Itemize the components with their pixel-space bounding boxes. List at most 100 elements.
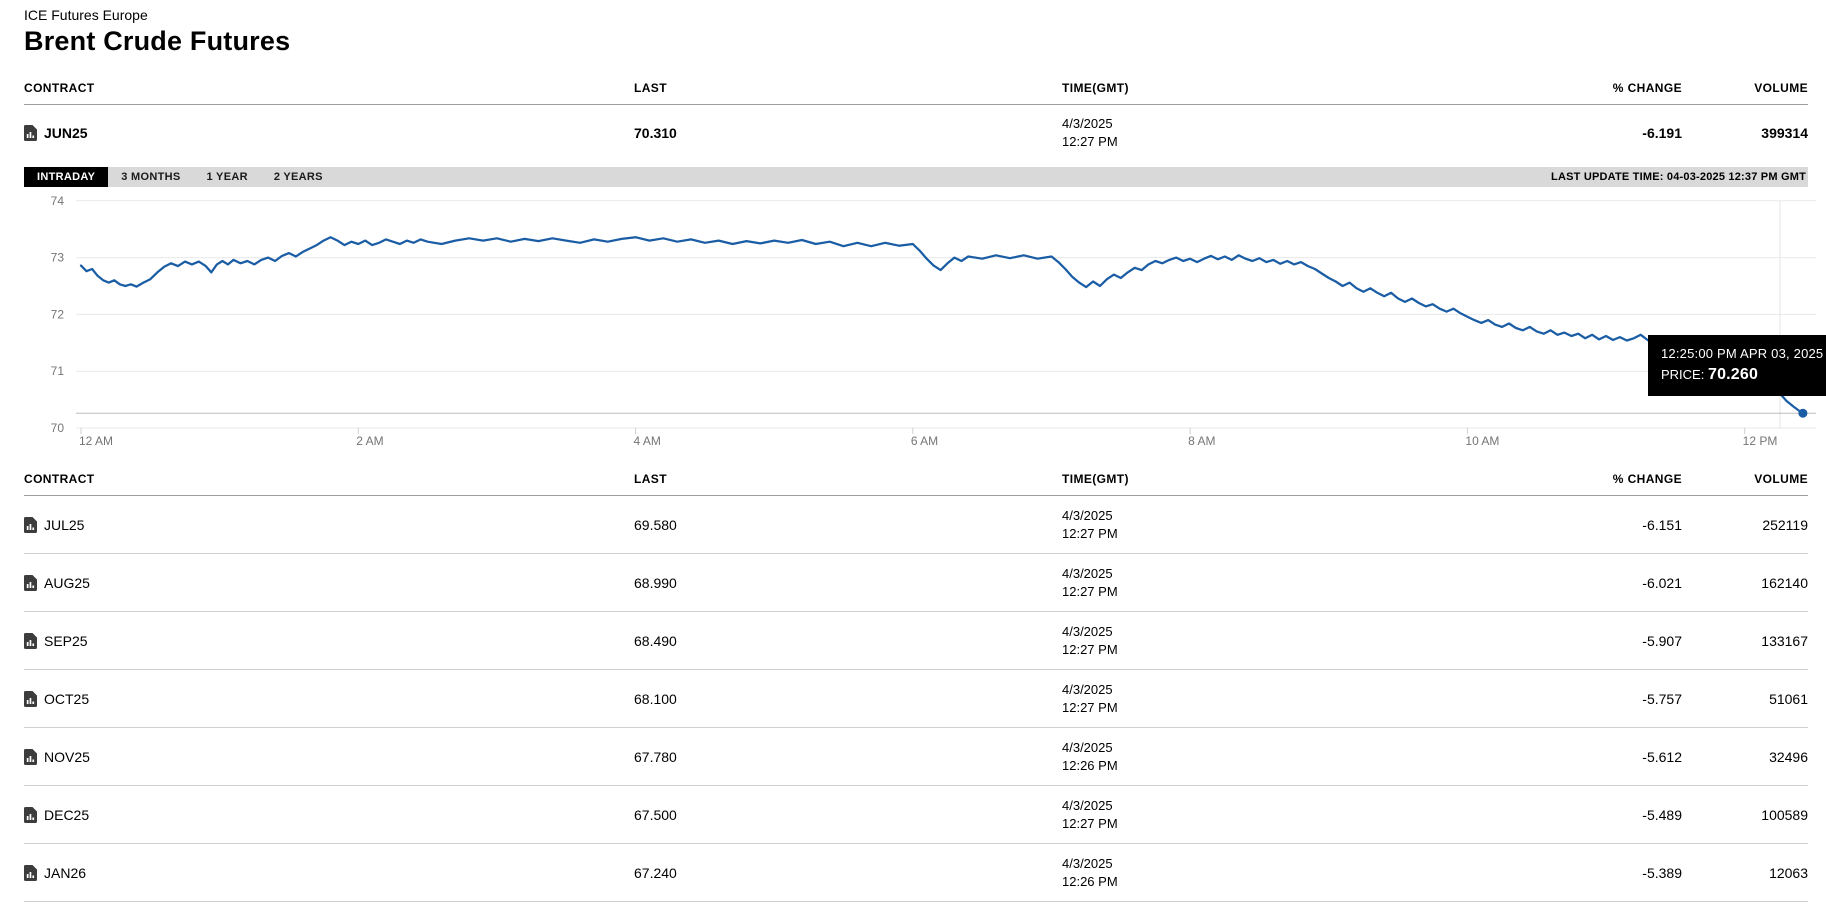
time-cell: 4/3/202512:27 PM	[1062, 681, 1402, 717]
pct-change-cell: -6.191	[1402, 125, 1682, 141]
last-price-cell: 70.310	[634, 125, 1062, 141]
y-axis-label: 73	[51, 251, 65, 265]
time-cell: 4/3/202512:27 PM	[1062, 565, 1402, 601]
pct-change-cell: -6.151	[1402, 517, 1682, 533]
contract-file-icon	[24, 125, 37, 141]
x-axis-label: 12 PM	[1743, 434, 1778, 448]
contract-cell[interactable]: JAN26	[24, 865, 634, 881]
date-text: 4/3/2025	[1062, 623, 1402, 641]
volume-cell: 12063	[1682, 865, 1808, 881]
time-cell: 4/3/2025 12:27 PM	[1062, 115, 1402, 151]
contract-cell[interactable]: NOV25	[24, 749, 634, 765]
col-header-contract: CONTRACT	[24, 472, 634, 486]
table-row: AUG2568.9904/3/202512:27 PM-6.021162140	[24, 554, 1808, 612]
tab-1-year[interactable]: 1 YEAR	[193, 167, 260, 187]
volume-cell: 399314	[1682, 125, 1808, 141]
col-header-time: TIME(GMT)	[1062, 81, 1402, 95]
contract-file-icon	[24, 517, 37, 533]
tab-2-years[interactable]: 2 YEARS	[261, 167, 336, 187]
col-header-volume: VOLUME	[1682, 472, 1808, 486]
time-text: 12:27 PM	[1062, 641, 1402, 659]
tab-3-months[interactable]: 3 MONTHS	[108, 167, 193, 187]
last-price-cell: 69.580	[634, 517, 1062, 533]
pct-change-cell: -5.389	[1402, 865, 1682, 881]
col-header-last: LAST	[634, 81, 1062, 95]
time-text: 12:27 PM	[1062, 815, 1402, 833]
contract-cell[interactable]: AUG25	[24, 575, 634, 591]
y-axis-label: 72	[51, 307, 65, 321]
pct-change-cell: -6.021	[1402, 575, 1682, 591]
contract-label: JAN26	[44, 865, 86, 881]
col-header-last: LAST	[634, 472, 1062, 486]
contract-label: JUL25	[44, 517, 84, 533]
date-text: 4/3/2025	[1062, 565, 1402, 583]
contract-cell[interactable]: DEC25	[24, 807, 634, 823]
last-price-cell: 67.500	[634, 807, 1062, 823]
date-text: 4/3/2025	[1062, 739, 1402, 757]
time-cell: 4/3/202512:26 PM	[1062, 855, 1402, 891]
col-header-volume: VOLUME	[1682, 81, 1808, 95]
table-row: OCT2568.1004/3/202512:27 PM-5.75751061	[24, 670, 1808, 728]
contract-file-icon	[24, 865, 37, 881]
last-price-cell: 68.100	[634, 691, 1062, 707]
contract-file-icon	[24, 575, 37, 591]
last-update-time: LAST UPDATE TIME: 04-03-2025 12:37 PM GM…	[1551, 171, 1808, 183]
pct-change-cell: -5.757	[1402, 691, 1682, 707]
exchange-label: ICE Futures Europe	[24, 0, 1808, 23]
table-row: NOV2567.7804/3/202512:26 PM-5.61232496	[24, 728, 1808, 786]
price-chart-svg[interactable]: 747372717012 AM2 AM4 AM6 AM8 AM10 AM12 P…	[24, 187, 1826, 459]
col-header-change: % CHANGE	[1402, 81, 1682, 95]
last-price-dot	[1798, 409, 1807, 418]
last-price-cell: 68.490	[634, 633, 1062, 649]
y-axis-label: 71	[51, 364, 65, 378]
tooltip-datetime: 12:25:00 PM APR 03, 2025	[1661, 346, 1823, 361]
page-title: Brent Crude Futures	[24, 26, 1808, 57]
y-axis-label: 74	[51, 194, 65, 208]
x-axis-label: 6 AM	[911, 434, 938, 448]
contract-file-icon	[24, 691, 37, 707]
col-header-contract: CONTRACT	[24, 81, 634, 95]
time-text: 12:26 PM	[1062, 757, 1402, 775]
x-axis-label: 12 AM	[79, 434, 113, 448]
contract-cell[interactable]: JUL25	[24, 517, 634, 533]
date-text: 4/3/2025	[1062, 797, 1402, 815]
contract-label: AUG25	[44, 575, 90, 591]
table-row: JUL25 69.5804/3/202512:27 PM-6.151252119	[24, 496, 1808, 554]
volume-cell: 32496	[1682, 749, 1808, 765]
pct-change-cell: -5.612	[1402, 749, 1682, 765]
contract-cell[interactable]: JUN25	[24, 125, 634, 141]
date-text: 4/3/2025	[1062, 115, 1402, 133]
contracts-table-header: CONTRACT LAST TIME(GMT) % CHANGE VOLUME	[24, 459, 1808, 496]
table-row-jun25: JUN25 70.310 4/3/2025 12:27 PM -6.191 39…	[24, 105, 1808, 161]
contract-label: DEC25	[44, 807, 89, 823]
contract-file-icon	[24, 807, 37, 823]
tooltip-price-value: 70.260	[1708, 366, 1758, 383]
x-axis-label: 4 AM	[634, 434, 661, 448]
contract-cell[interactable]: SEP25	[24, 633, 634, 649]
contract-label: NOV25	[44, 749, 90, 765]
chart-tooltip: 12:25:00 PM APR 03, 2025 PRICE: 70.260	[1648, 335, 1826, 396]
intraday-chart: 747372717012 AM2 AM4 AM6 AM8 AM10 AM12 P…	[24, 187, 1808, 459]
last-price-cell: 67.240	[634, 865, 1062, 881]
volume-cell: 252119	[1682, 517, 1808, 533]
time-cell: 4/3/202512:27 PM	[1062, 507, 1402, 543]
last-price-cell: 68.990	[634, 575, 1062, 591]
contract-cell[interactable]: OCT25	[24, 691, 634, 707]
tab-intraday[interactable]: INTRADAY	[24, 167, 108, 187]
time-text: 12:27 PM	[1062, 525, 1402, 543]
table-row: SEP2568.4904/3/202512:27 PM-5.907133167	[24, 612, 1808, 670]
chart-range-tabbar: INTRADAY 3 MONTHS 1 YEAR 2 YEARS LAST UP…	[24, 167, 1808, 187]
contract-file-icon	[24, 633, 37, 649]
col-header-time: TIME(GMT)	[1062, 472, 1402, 486]
time-text: 12:27 PM	[1062, 699, 1402, 717]
pct-change-cell: -5.907	[1402, 633, 1682, 649]
time-text: 12:27 PM	[1062, 583, 1402, 601]
volume-cell: 100589	[1682, 807, 1808, 823]
x-axis-label: 2 AM	[356, 434, 383, 448]
col-header-change: % CHANGE	[1402, 472, 1682, 486]
x-axis-label: 8 AM	[1188, 434, 1215, 448]
volume-cell: 133167	[1682, 633, 1808, 649]
tooltip-price-row: PRICE: 70.260	[1661, 366, 1823, 384]
date-text: 4/3/2025	[1062, 681, 1402, 699]
price-line	[81, 237, 1803, 413]
